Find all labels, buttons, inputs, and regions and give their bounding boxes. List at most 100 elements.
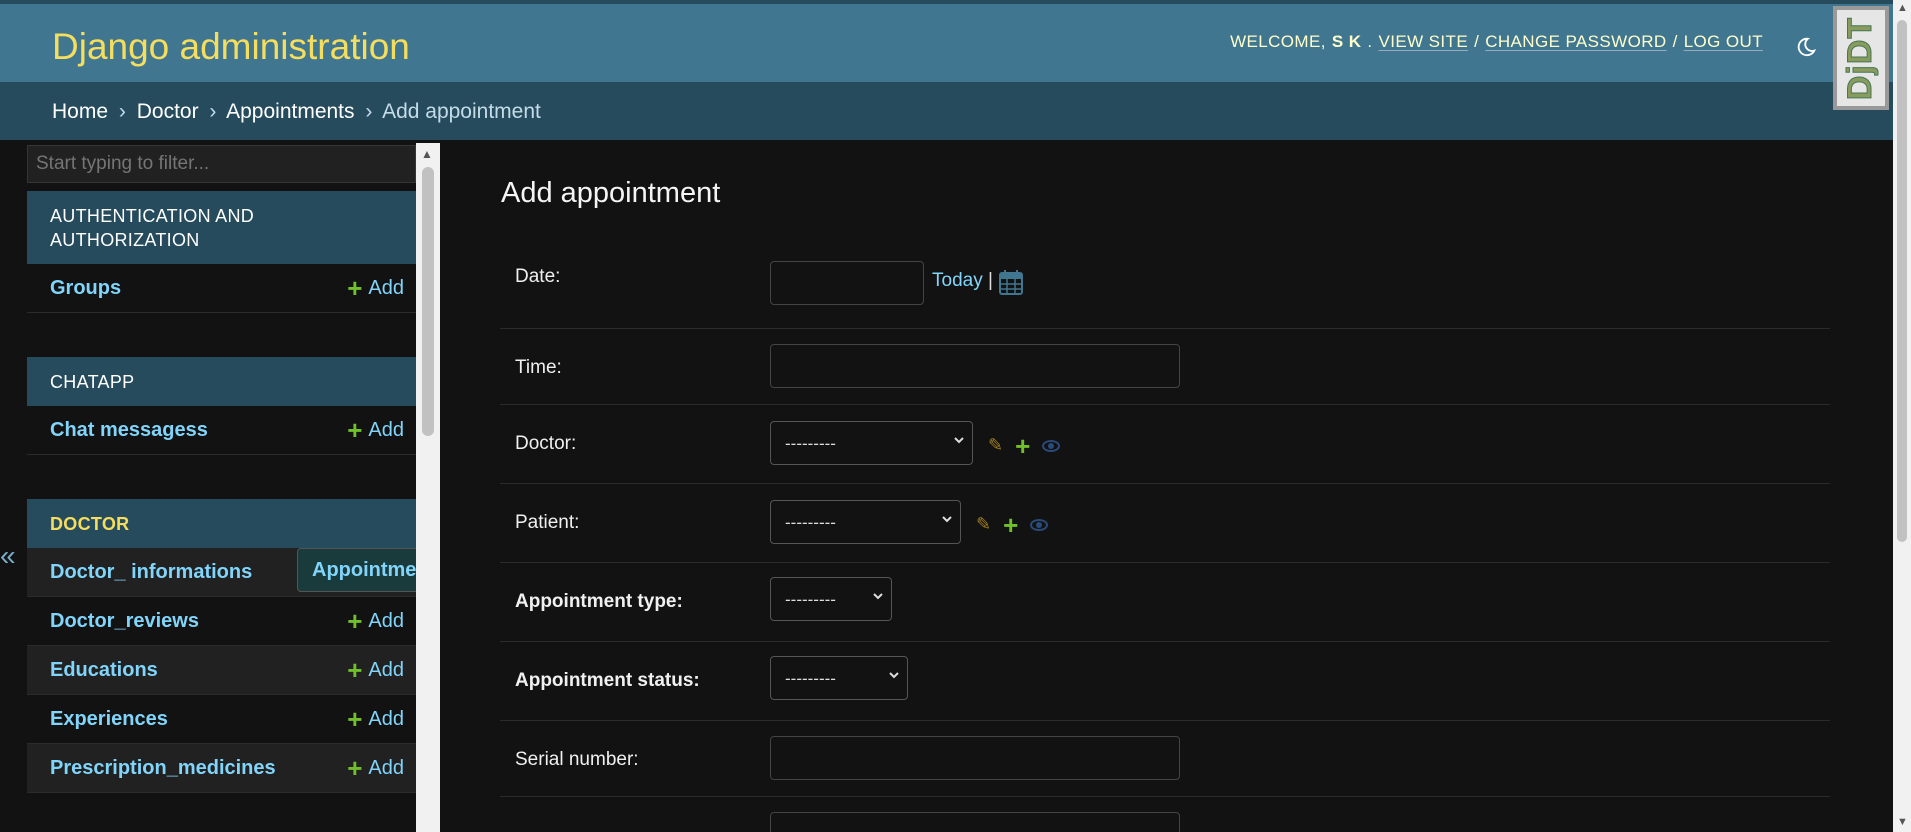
sidebar-item-experiences[interactable]: Experiences + Add [27, 695, 416, 744]
patient-select[interactable]: --------- [770, 500, 961, 544]
chevron-down-icon [942, 516, 952, 523]
change-password-link[interactable]: CHANGE PASSWORD [1485, 32, 1666, 52]
header: Django administration WELCOME, S K. VIEW… [0, 0, 1893, 82]
username: S K [1331, 32, 1362, 51]
chevron-down-icon [889, 672, 899, 679]
breadcrumb-model[interactable]: Appointments [226, 100, 354, 123]
appointment-form: Date: Today | Time: Doctor: --------- ✎ … [500, 238, 1830, 832]
form-row-appointment-type: Appointment type: --------- [500, 563, 1830, 642]
form-row-serial-number: Serial number: [500, 721, 1830, 797]
form-row-next [500, 797, 1830, 832]
debug-toolbar-label: DjDT [1841, 16, 1880, 100]
model-link[interactable]: Doctor_ informations [50, 561, 252, 584]
patient-label: Patient: [515, 512, 580, 533]
today-link[interactable]: Today [932, 270, 983, 292]
plus-icon: + [347, 655, 363, 685]
chevron-down-icon [873, 593, 883, 600]
serial-number-label: Serial number: [515, 749, 639, 770]
breadcrumb-home[interactable]: Home [52, 100, 108, 123]
doctor-label: Doctor: [515, 433, 577, 454]
model-link[interactable]: Educations [50, 659, 158, 682]
add-link[interactable]: +Add [347, 753, 404, 783]
scroll-up-icon[interactable]: ▲ [1897, 2, 1908, 14]
scrollbar-thumb[interactable] [422, 167, 434, 436]
plus-icon[interactable]: + [1015, 433, 1030, 459]
scroll-up-icon[interactable]: ▲ [421, 147, 433, 161]
welcome-text: WELCOME, [1230, 32, 1326, 51]
model-link[interactable]: Chat messagess [50, 419, 208, 442]
app-header-auth[interactable]: AUTHENTICATION AND AUTHORIZATION [27, 191, 416, 264]
moon-icon[interactable] [1795, 36, 1817, 58]
sidebar-item-prescription-medicines[interactable]: Prescription_medicines + Add [27, 744, 416, 793]
sidebar-item-educations[interactable]: Educations + Add [27, 646, 416, 695]
serial-number-input[interactable] [770, 736, 1180, 780]
nav-filter-input[interactable] [27, 145, 416, 183]
model-link[interactable]: Doctor_reviews [50, 610, 199, 633]
page-title: Add appointment [501, 177, 721, 209]
pencil-icon[interactable]: ✎ [976, 514, 991, 535]
plus-icon[interactable]: + [1003, 512, 1018, 538]
time-label: Time: [515, 357, 562, 378]
sidebar-item-groups[interactable]: Groups + Add [27, 264, 416, 313]
form-row-patient: Patient: --------- ✎ + [500, 484, 1830, 563]
eye-icon[interactable] [1030, 518, 1049, 531]
pencil-icon[interactable]: ✎ [988, 435, 1003, 456]
plus-icon: + [347, 606, 363, 636]
form-row-appointment-status: Appointment status: --------- [500, 642, 1830, 721]
sidebar-item-chat-messagess[interactable]: Chat messagess + Add [27, 406, 416, 455]
doctor-related-actions: ✎ + [988, 433, 1061, 459]
log-out-link[interactable]: LOG OUT [1684, 32, 1763, 52]
model-link[interactable]: Prescription_medicines [50, 757, 276, 780]
calendar-icon[interactable] [999, 269, 1023, 295]
next-input[interactable] [770, 812, 1180, 832]
eye-icon[interactable] [1042, 439, 1061, 452]
appointment-type-select[interactable]: --------- [770, 577, 892, 621]
separator: / [1474, 32, 1480, 51]
model-link[interactable]: Groups [50, 277, 121, 300]
today-separator: | [988, 270, 993, 291]
toggle-nav-sidebar[interactable]: « [0, 540, 18, 572]
chevron-down-icon [954, 437, 964, 444]
separator: / [1672, 32, 1678, 51]
date-input[interactable] [770, 261, 924, 305]
breadcrumb-app[interactable]: Doctor [137, 100, 199, 123]
form-row-doctor: Doctor: --------- ✎ + [500, 405, 1830, 484]
add-link[interactable]: +Add [347, 415, 404, 445]
sidebar-item-doctor-reviews[interactable]: Doctor_reviews + Add [27, 597, 416, 646]
plus-icon: + [347, 273, 363, 303]
scroll-down-icon[interactable]: ▼ [1897, 816, 1908, 828]
breadcrumb-separator: › [365, 100, 373, 123]
scrollbar-thumb[interactable] [1897, 20, 1907, 542]
site-name[interactable]: Django administration [52, 26, 410, 68]
appointment-status-label: Appointment status: [515, 670, 700, 691]
main-content: Add appointment Date: Today | Time: Doct… [500, 140, 1830, 832]
debug-toolbar-handle[interactable]: DjDT [1833, 6, 1889, 110]
add-link[interactable]: +Add [347, 655, 404, 685]
plus-icon: + [347, 753, 363, 783]
breadcrumb-current: Add appointment [382, 100, 541, 123]
appointment-type-label: Appointment type: [515, 591, 683, 612]
app-header-chatapp[interactable]: CHATAPP [27, 357, 416, 406]
page-scrollbar[interactable]: ▲ ▼ [1893, 0, 1911, 832]
patient-related-actions: ✎ + [976, 512, 1049, 538]
time-input[interactable] [770, 344, 1180, 388]
add-link[interactable]: +Add [347, 704, 404, 734]
app-header-doctor[interactable]: DOCTOR [27, 499, 416, 548]
view-site-link[interactable]: VIEW SITE [1379, 32, 1469, 52]
model-link[interactable]: Experiences [50, 708, 168, 731]
sidebar: AUTHENTICATION AND AUTHORIZATION Groups … [27, 145, 416, 832]
doctor-select[interactable]: --------- [770, 421, 973, 465]
appointment-status-select[interactable]: --------- [770, 656, 908, 700]
plus-icon: + [347, 704, 363, 734]
breadcrumb-separator: › [118, 100, 126, 123]
breadcrumb-separator: › [209, 100, 217, 123]
form-row-date: Date: Today | [500, 238, 1830, 329]
add-link[interactable]: +Add [347, 273, 404, 303]
plus-icon: + [347, 415, 363, 445]
user-tools: WELCOME, S K. VIEW SITE / CHANGE PASSWOR… [1230, 32, 1763, 52]
add-link[interactable]: +Add [347, 606, 404, 636]
sidebar-scrollbar[interactable]: ▲ [416, 143, 440, 832]
model-link[interactable]: Appointments [312, 559, 416, 582]
sidebar-item-appointments[interactable]: Appointments +Add [297, 548, 416, 592]
breadcrumb: Home › Doctor › Appointments › Add appoi… [0, 82, 1893, 140]
